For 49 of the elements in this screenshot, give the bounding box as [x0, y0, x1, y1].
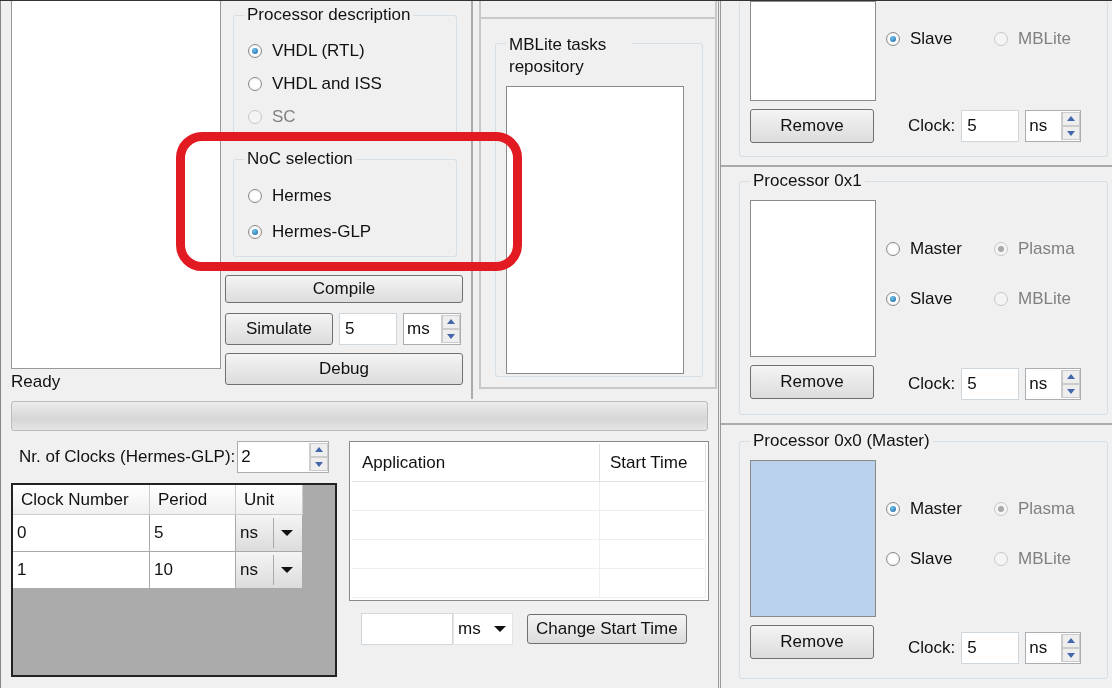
radio-option[interactable]: Slave — [886, 541, 994, 577]
processor-task-list[interactable] — [750, 460, 876, 617]
unit-spinner[interactable]: ns — [1025, 368, 1082, 400]
debug-button[interactable]: Debug — [225, 353, 463, 385]
clock-label: Clock: — [908, 638, 956, 658]
radio-option[interactable]: VHDL (RTL) — [248, 34, 456, 67]
task-list[interactable] — [506, 86, 684, 374]
unit-spinner[interactable]: ms — [403, 313, 461, 345]
radio-option[interactable]: VHDL and ISS — [248, 67, 456, 100]
table-cell[interactable]: 1 — [13, 552, 150, 589]
unit-dropdown[interactable]: ns — [236, 515, 303, 552]
remove-button[interactable]: Remove — [750, 625, 874, 659]
column-header[interactable]: Start Time — [600, 444, 706, 482]
clock-count-spinner[interactable]: 2 — [237, 441, 330, 473]
clock-count-label: Nr. of Clocks (Hermes-GLP): — [19, 447, 236, 467]
status-text: Ready — [11, 371, 62, 393]
clock-label: Clock: — [908, 116, 956, 136]
clock-field[interactable]: 5 — [961, 368, 1020, 400]
column-header[interactable]: Period — [150, 485, 236, 515]
table-cell[interactable]: 5 — [150, 515, 236, 552]
table-cell[interactable]: 0 — [13, 515, 150, 552]
start-time-field[interactable] — [361, 613, 453, 645]
clock-label: Clock: — [908, 374, 956, 394]
time-field[interactable]: 5 — [339, 313, 397, 345]
table-cell[interactable]: 10 — [150, 552, 236, 589]
radio-option[interactable]: Hermes-GLP — [248, 214, 456, 250]
processor-task-list[interactable] — [750, 200, 876, 357]
clock-field[interactable]: 5 — [961, 632, 1020, 664]
unit-spinner[interactable]: ns — [1025, 632, 1082, 664]
radio-option[interactable]: Hermes — [248, 178, 456, 214]
remove-button[interactable]: Remove — [750, 109, 874, 143]
column-header[interactable]: Unit — [236, 485, 303, 515]
column-header[interactable]: Application — [352, 444, 600, 482]
clock-field[interactable]: 5 — [961, 110, 1020, 142]
radio-option[interactable]: Slave — [886, 281, 994, 317]
remove-button[interactable]: Remove — [750, 365, 874, 399]
simulate-button[interactable]: Simulate — [225, 313, 333, 345]
radio-option[interactable]: Slave — [886, 21, 994, 57]
processor-task-list[interactable] — [750, 1, 876, 101]
column-header[interactable]: Clock Number — [13, 485, 150, 515]
unit-spinner[interactable]: ns — [1025, 110, 1082, 142]
unit-dropdown[interactable]: ms — [453, 613, 513, 645]
group-title: Processor 0x0 (Master) — [750, 431, 933, 451]
change-start-time-button[interactable]: Change Start Time — [527, 614, 687, 644]
unit-dropdown[interactable]: ns — [236, 552, 303, 589]
compile-button[interactable]: Compile — [225, 275, 463, 303]
radio-option[interactable]: Master — [886, 491, 994, 527]
radio-option[interactable]: Master — [886, 231, 994, 267]
group-title: Processor description — [244, 5, 414, 25]
